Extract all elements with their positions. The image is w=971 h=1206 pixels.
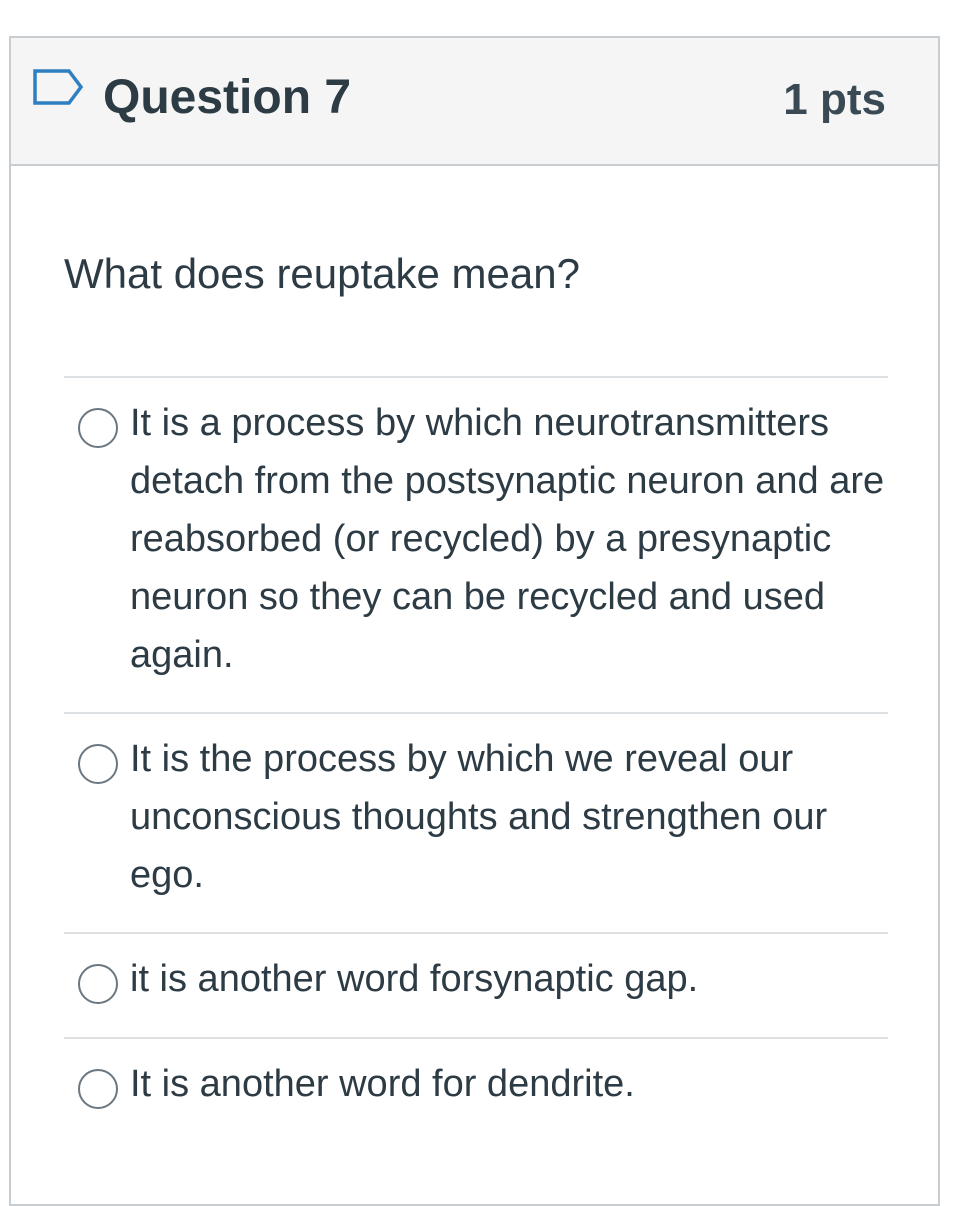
radio-button[interactable] <box>78 964 118 1004</box>
answer-label[interactable]: It is a process by which neurotransmitte… <box>130 394 888 684</box>
answer-option[interactable]: It is a process by which neurotransmitte… <box>64 376 888 712</box>
question-header: Question 7 1 pts <box>11 38 938 166</box>
question-title: Question 7 <box>103 71 352 124</box>
flag-outline-icon[interactable] <box>31 67 87 107</box>
answer-option[interactable]: it is another word forsynaptic gap. <box>64 932 888 1037</box>
answer-label[interactable]: It is the process by which we reveal our… <box>130 730 888 904</box>
answer-option[interactable]: It is another word for dendrite. <box>64 1037 888 1137</box>
question-card: Question 7 1 pts What does reuptake mean… <box>9 36 940 1206</box>
radio-button[interactable] <box>78 1069 118 1109</box>
answer-label[interactable]: It is another word for dendrite. <box>130 1055 888 1113</box>
answer-label[interactable]: it is another word forsynaptic gap. <box>130 950 888 1008</box>
question-points: 1 pts <box>783 75 886 124</box>
answer-list: It is a process by which neurotransmitte… <box>64 376 888 1137</box>
radio-button[interactable] <box>78 744 118 784</box>
answer-option[interactable]: It is the process by which we reveal our… <box>64 712 888 932</box>
radio-button[interactable] <box>78 408 118 448</box>
question-text: What does reuptake mean? <box>64 250 580 297</box>
